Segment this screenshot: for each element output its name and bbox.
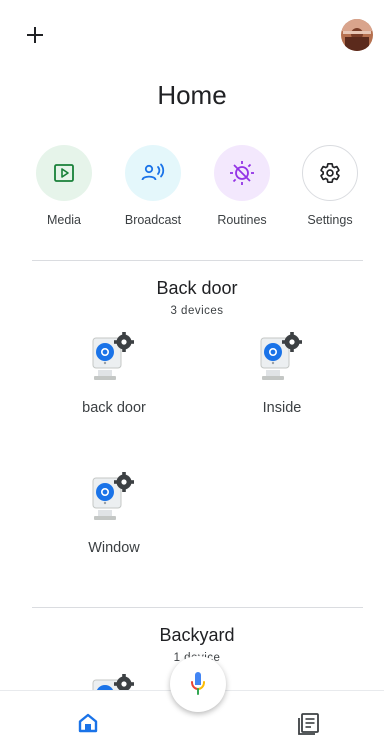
- broadcast-action[interactable]: Broadcast: [113, 145, 193, 227]
- routines-label: Routines: [217, 213, 267, 227]
- assistant-mic-button[interactable]: [170, 656, 226, 712]
- camera-icon: [252, 330, 312, 390]
- add-button[interactable]: [24, 24, 46, 46]
- routines-circle: [214, 145, 270, 201]
- settings-circle: [302, 145, 358, 201]
- broadcast-label: Broadcast: [124, 213, 182, 227]
- feed-icon: [298, 713, 319, 735]
- mic-icon: [191, 672, 205, 695]
- broadcast-icon: [141, 163, 165, 181]
- app-screen: Home Media Broadcast Routines Settings B…: [0, 0, 384, 749]
- media-circle: [36, 145, 92, 201]
- room-title[interactable]: Backyard: [0, 625, 384, 646]
- top-bar: [0, 0, 384, 72]
- nav-feed[interactable]: [295, 709, 323, 737]
- device-name: back door: [82, 400, 146, 416]
- device-name: Window: [88, 540, 140, 556]
- room-device-count: 3 devices: [170, 305, 224, 317]
- page-title: Home: [157, 80, 227, 110]
- plus-icon: [27, 27, 43, 43]
- room-title[interactable]: Back door: [0, 278, 384, 299]
- avatar-image: [341, 19, 373, 51]
- play-icon: [54, 164, 74, 182]
- nav-home[interactable]: [74, 709, 102, 737]
- divider: [32, 260, 363, 261]
- camera-icon: [84, 470, 144, 530]
- broadcast-circle: [125, 145, 181, 201]
- gear-icon: [320, 163, 340, 184]
- settings-label: Settings: [307, 213, 353, 227]
- media-label: Media: [46, 213, 82, 227]
- device-back-door[interactable]: back door: [44, 330, 184, 416]
- routines-icon: [230, 161, 254, 185]
- settings-action[interactable]: Settings: [290, 145, 370, 227]
- device-name: Inside: [262, 400, 302, 416]
- home-icon: [78, 713, 98, 733]
- divider: [32, 607, 363, 608]
- camera-icon: [84, 330, 144, 390]
- media-action[interactable]: Media: [24, 145, 104, 227]
- device-window[interactable]: Window: [44, 470, 184, 556]
- avatar[interactable]: [341, 19, 373, 51]
- routines-action[interactable]: Routines: [202, 145, 282, 227]
- device-inside[interactable]: Inside: [212, 330, 352, 416]
